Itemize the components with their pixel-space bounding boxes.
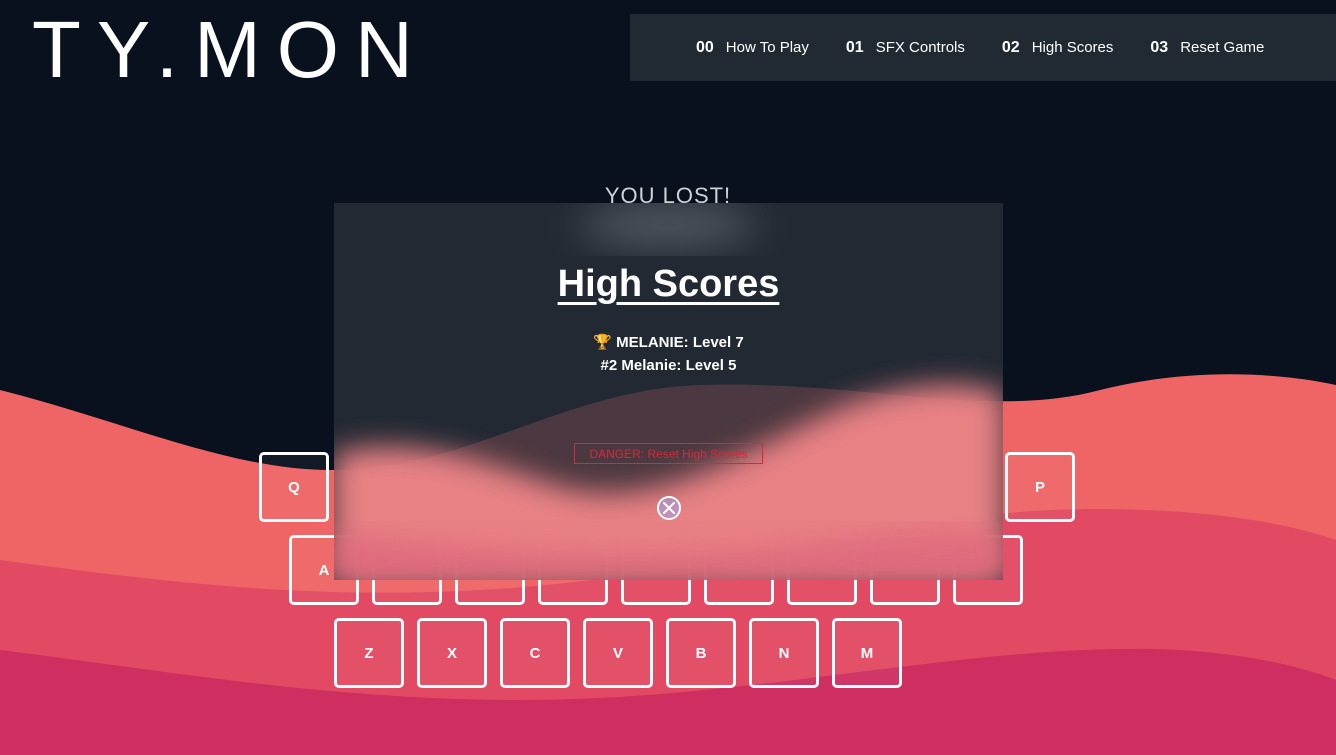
- nav-label: How To Play: [725, 38, 809, 56]
- nav-label: Reset Game: [1180, 38, 1265, 56]
- key-q[interactable]: Q: [259, 452, 329, 522]
- key-x[interactable]: X: [417, 618, 487, 688]
- nav-number: 00: [696, 38, 714, 56]
- key-z[interactable]: Z: [334, 618, 404, 688]
- nav-number: 01: [845, 38, 864, 56]
- key-m[interactable]: M: [832, 618, 902, 688]
- nav-number: 02: [1001, 38, 1020, 56]
- high-score-entry-1: 🏆 MELANIE: Level 7: [593, 334, 744, 351]
- app-logo: TY.MON: [32, 5, 429, 94]
- nav-high-scores[interactable]: 02 High Scores: [1002, 39, 1114, 57]
- high-score-list: 🏆 MELANIE: Level 7 #2 Melanie: Level 5: [334, 331, 1003, 377]
- nav-label: SFX Controls: [875, 38, 965, 56]
- nav-number: 03: [1150, 38, 1169, 56]
- high-scores-modal: High Scores 🏆 MELANIE: Level 7 #2 Melani…: [334, 203, 1003, 580]
- key-v[interactable]: V: [583, 618, 653, 688]
- modal-blurred-backdrop: [334, 203, 1003, 580]
- key-p[interactable]: P: [1005, 452, 1075, 522]
- key-c[interactable]: C: [500, 618, 570, 688]
- close-circle-icon: [657, 496, 681, 520]
- nav-how-to-play[interactable]: 00 How To Play: [696, 39, 809, 57]
- nav-sfx-controls[interactable]: 01 SFX Controls: [846, 39, 965, 57]
- key-b[interactable]: B: [666, 618, 736, 688]
- nav-label: High Scores: [1031, 38, 1114, 56]
- top-nav: 00 How To Play 01 SFX Controls 02 High S…: [630, 14, 1336, 81]
- key-n[interactable]: N: [749, 618, 819, 688]
- game-screen: TY.MON 00 How To Play 01 SFX Controls 02…: [0, 0, 1336, 755]
- modal-title: High Scores: [557, 263, 780, 305]
- nav-reset-game[interactable]: 03 Reset Game: [1150, 39, 1264, 57]
- high-score-entry-2: #2 Melanie: Level 5: [600, 357, 737, 374]
- close-modal-button[interactable]: [656, 495, 682, 521]
- reset-high-scores-button[interactable]: DANGER: Reset High Scores: [574, 443, 763, 464]
